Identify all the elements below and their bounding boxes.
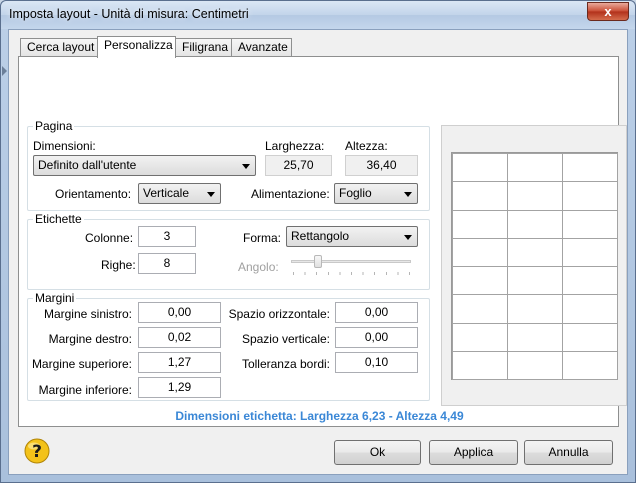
- chevron-down-icon: [404, 192, 412, 197]
- larghezza-field: 25,70: [265, 155, 332, 176]
- label-cell: [452, 350, 508, 380]
- righe-label: Righe:: [101, 258, 136, 272]
- side-expand-arrow-icon[interactable]: [2, 66, 7, 76]
- dimensioni-label: Dimensioni:: [33, 139, 96, 153]
- label-cell: [452, 237, 508, 267]
- label-cell: [562, 350, 618, 380]
- label-cell: [452, 266, 508, 296]
- forma-select[interactable]: Rettangolo: [286, 226, 418, 247]
- title-bar: Imposta layout - Unità di misura: Centim…: [1, 1, 635, 29]
- orientamento-select[interactable]: Verticale: [138, 183, 221, 204]
- margini-legend: Margini: [35, 291, 75, 305]
- label-cell: [507, 209, 563, 239]
- label-cell: [562, 294, 618, 324]
- tolleranza-bordi-input[interactable]: 0,10: [335, 352, 418, 373]
- label-cell: [452, 209, 508, 239]
- label-cell: [562, 237, 618, 267]
- tab-avanzate[interactable]: Avanzate: [231, 38, 292, 57]
- ok-button[interactable]: Ok: [334, 440, 421, 465]
- label-cell: [562, 153, 618, 183]
- margine-sinistro-input[interactable]: 0,00: [138, 302, 221, 323]
- forma-label: Forma:: [243, 231, 282, 245]
- forma-value: Rettangolo: [291, 229, 350, 243]
- label-cell: [452, 153, 508, 183]
- alimentazione-label: Alimentazione:: [251, 187, 330, 201]
- label-cell: [507, 322, 563, 352]
- label-cell: [507, 153, 563, 183]
- window-title: Imposta layout - Unità di misura: Centim…: [9, 7, 249, 21]
- alimentazione-select[interactable]: Foglio: [334, 183, 418, 204]
- layout-preview: [441, 125, 627, 406]
- label-cell: [452, 322, 508, 352]
- altezza-field: 36,40: [345, 155, 418, 176]
- label-cell: [452, 181, 508, 211]
- dialog-client-area: Cerca layout Personalizza Filigrana Avan…: [2, 29, 628, 475]
- angolo-slider[interactable]: [291, 255, 413, 277]
- slider-thumb[interactable]: [314, 255, 322, 268]
- margine-superiore-label: Margine superiore:: [31, 357, 132, 371]
- help-icon[interactable]: ?: [24, 437, 50, 465]
- spazio-verticale-input[interactable]: 0,00: [335, 327, 418, 348]
- margine-superiore-input[interactable]: 1,27: [138, 352, 221, 373]
- label-cell: [562, 209, 618, 239]
- label-cell: [562, 266, 618, 296]
- tolleranza-bordi-label: Tolleranza bordi:: [241, 357, 330, 371]
- label-cell: [507, 181, 563, 211]
- applica-button[interactable]: Applica: [429, 440, 518, 465]
- margine-inferiore-input[interactable]: 1,29: [138, 377, 221, 398]
- dimensioni-select[interactable]: Definito dall'utente: [33, 155, 256, 176]
- tab-cerca-layout[interactable]: Cerca layout: [20, 38, 98, 57]
- colonne-input[interactable]: 3: [138, 226, 196, 247]
- help-glyph: ?: [32, 442, 42, 462]
- pagina-legend: Pagina: [35, 119, 73, 133]
- etichette-group: Etichette: [27, 212, 430, 290]
- dialog-window: Imposta layout - Unità di misura: Centim…: [0, 0, 636, 483]
- tab-personalizza[interactable]: Personalizza: [97, 36, 176, 58]
- label-size-summary: Dimensioni etichetta: Larghezza 6,23 - A…: [175, 409, 464, 423]
- righe-input[interactable]: 8: [138, 253, 196, 274]
- chevron-down-icon: [207, 192, 215, 197]
- annulla-button[interactable]: Annulla: [524, 440, 613, 465]
- close-button[interactable]: x: [587, 2, 629, 21]
- label-cell: [507, 294, 563, 324]
- etichette-legend: Etichette: [35, 212, 82, 226]
- orientamento-label: Orientamento:: [55, 187, 132, 201]
- label-cell: [452, 294, 508, 324]
- margine-sinistro-label: Margine sinistro:: [43, 307, 132, 321]
- dimensioni-value: Definito dall'utente: [38, 158, 137, 172]
- altezza-label: Altezza:: [345, 139, 388, 153]
- chevron-down-icon: [242, 164, 250, 169]
- label-grid-preview: [451, 152, 618, 380]
- spazio-orizzontale-label: Spazio orizzontale:: [228, 307, 330, 321]
- colonne-label: Colonne:: [85, 231, 134, 245]
- label-cell: [562, 322, 618, 352]
- label-cell: [507, 237, 563, 267]
- margine-destro-label: Margine destro:: [48, 332, 132, 346]
- label-cell: [507, 350, 563, 380]
- label-cell: [562, 181, 618, 211]
- tab-filigrana[interactable]: Filigrana: [175, 38, 232, 57]
- label-cell: [507, 266, 563, 296]
- spazio-verticale-label: Spazio verticale:: [241, 332, 330, 346]
- margine-inferiore-label: Margine inferiore:: [38, 383, 132, 397]
- slider-ticks: [293, 272, 411, 275]
- spazio-orizzontale-input[interactable]: 0,00: [335, 302, 418, 323]
- margine-destro-input[interactable]: 0,02: [138, 327, 221, 348]
- larghezza-label: Larghezza:: [265, 139, 325, 153]
- alimentazione-value: Foglio: [339, 186, 372, 200]
- chevron-down-icon: [404, 235, 412, 240]
- slider-track: [291, 260, 411, 263]
- orientamento-value: Verticale: [143, 186, 190, 200]
- angolo-label: Angolo:: [238, 260, 279, 274]
- personalizza-panel: Pagina Dimensioni: Definito dall'utente …: [18, 56, 627, 427]
